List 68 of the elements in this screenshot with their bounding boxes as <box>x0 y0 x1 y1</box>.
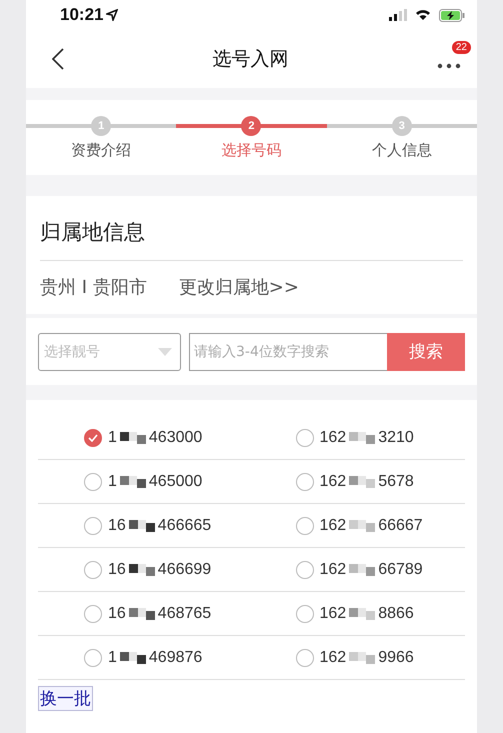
number-prefix: 16 <box>108 516 126 534</box>
radio-button[interactable] <box>84 604 102 622</box>
censor-mosaic <box>128 606 155 622</box>
number-prefix: 162 <box>320 472 346 490</box>
number-prefix: 162 <box>320 560 346 578</box>
censor-mosaic <box>120 474 146 490</box>
radio-button[interactable] <box>296 516 314 534</box>
step-label: 选择号码 <box>221 141 282 160</box>
refresh-button[interactable]: 换一批 <box>38 686 93 711</box>
radio-button[interactable] <box>296 560 314 578</box>
number-suffix: 3210 <box>378 428 414 446</box>
number-prefix: 162 <box>320 516 346 534</box>
search-field[interactable]: 请输入3-4位数字搜索 <box>189 332 387 370</box>
number-suffix: 5678 <box>378 472 414 490</box>
censor-mosaic <box>120 650 146 666</box>
radio-button[interactable] <box>296 648 314 666</box>
battery-icon <box>439 8 465 22</box>
radio-button[interactable] <box>296 428 314 446</box>
number-suffix: 466665 <box>158 516 212 534</box>
radio-button[interactable] <box>84 428 102 446</box>
radio-button[interactable] <box>296 604 314 622</box>
censor-mosaic <box>349 650 376 666</box>
location-arrow-icon <box>106 9 118 21</box>
region-text: 贵州 I 贵阳市 <box>40 276 147 299</box>
number-prefix: 1 <box>108 648 117 666</box>
censor-mosaic <box>349 606 376 622</box>
censor-mosaic <box>128 518 155 534</box>
number-suffix: 466699 <box>158 560 212 578</box>
number-prefix: 16 <box>108 560 126 578</box>
change-region-link[interactable]: 更改归属地>> <box>178 275 299 299</box>
number-prefix: 162 <box>320 648 346 666</box>
back-icon[interactable] <box>52 48 64 70</box>
number-suffix: 468765 <box>158 604 212 622</box>
page-title: 选号入网 <box>212 47 290 72</box>
step-number: 2 <box>241 116 262 136</box>
number-suffix: 66667 <box>378 516 423 534</box>
number-suffix: 66789 <box>378 560 423 578</box>
radio-button[interactable] <box>84 516 102 534</box>
number-suffix: 463000 <box>148 428 202 446</box>
status-time: 10:21 <box>60 5 104 25</box>
signal-icon <box>389 9 407 21</box>
censor-mosaic <box>349 430 376 446</box>
radio-button[interactable] <box>84 560 102 578</box>
number-prefix: 162 <box>320 604 346 622</box>
radio-button[interactable] <box>84 648 102 666</box>
step-label: 资费介绍 <box>71 141 132 160</box>
number-suffix: 8866 <box>378 604 414 622</box>
section-heading: 归属地信息 <box>40 196 463 261</box>
notification-badge: 22 <box>452 41 471 54</box>
radio-button[interactable] <box>84 472 102 490</box>
censor-mosaic <box>120 430 146 446</box>
step-label: 个人信息 <box>372 141 432 160</box>
number-suffix: 469876 <box>148 648 202 666</box>
check-icon <box>88 434 98 442</box>
wifi-icon <box>415 9 431 21</box>
number-prefix: 16 <box>108 604 126 622</box>
censor-mosaic <box>349 562 376 578</box>
number-prefix: 162 <box>320 428 346 446</box>
number-prefix: 1 <box>108 428 117 446</box>
number-suffix: 9966 <box>378 648 414 666</box>
radio-button[interactable] <box>296 472 314 490</box>
more-icon[interactable] <box>437 63 461 69</box>
number-suffix: 465000 <box>148 472 202 490</box>
censor-mosaic <box>349 518 376 534</box>
dropdown-arrow-icon <box>158 348 172 356</box>
number-prefix: 1 <box>108 472 117 490</box>
censor-mosaic <box>128 562 155 578</box>
censor-mosaic <box>349 474 376 490</box>
